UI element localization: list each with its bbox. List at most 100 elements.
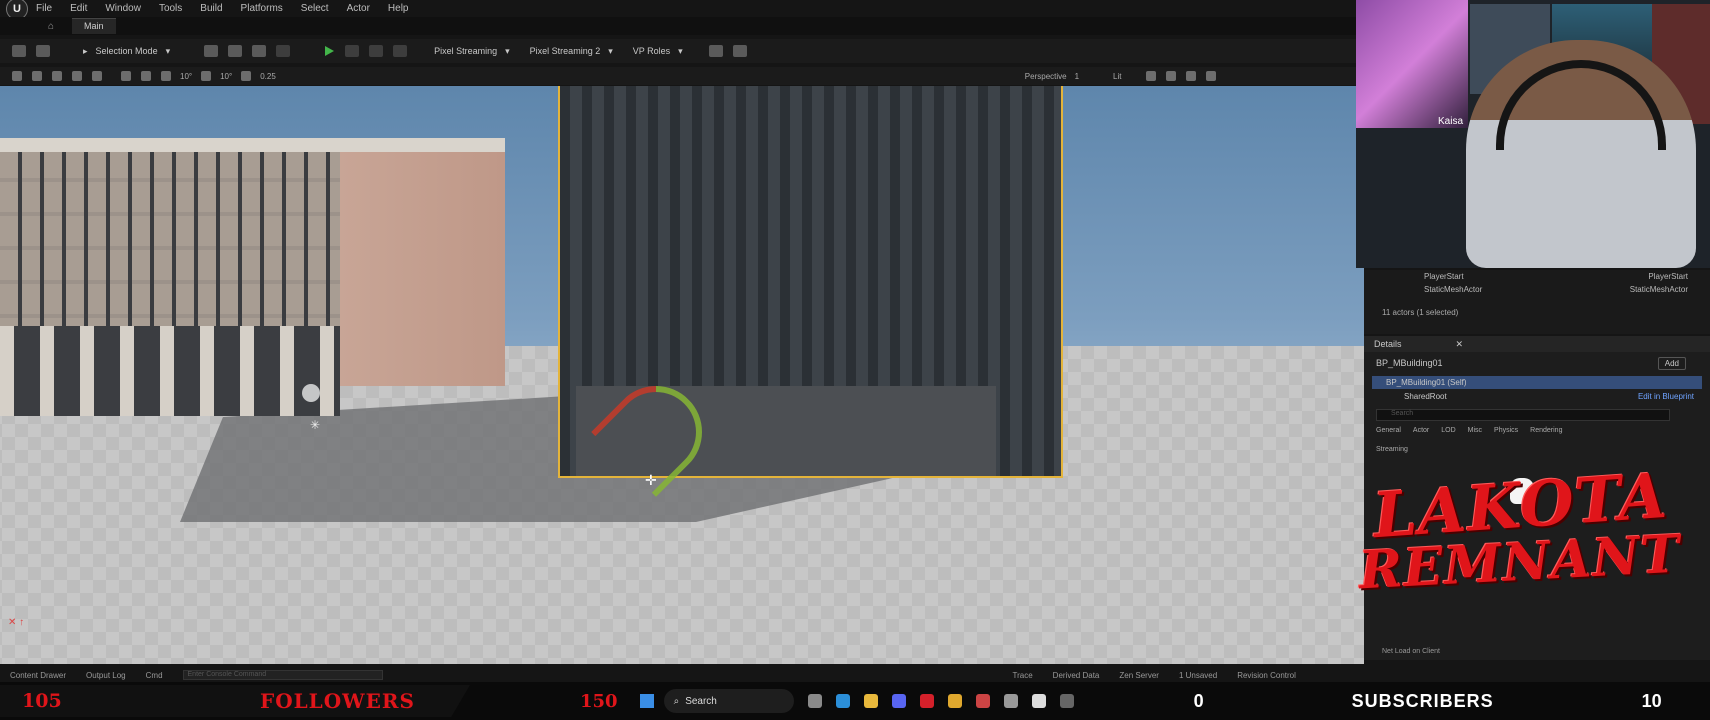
grid-snap-icon[interactable] — [161, 71, 171, 81]
outliner-item-label: PlayerStart — [1424, 272, 1464, 281]
filter-tab[interactable]: Actor — [1413, 427, 1429, 434]
followers-goal: 150 — [580, 690, 618, 712]
opera-icon[interactable] — [919, 694, 934, 708]
surface-snap-icon[interactable] — [121, 71, 131, 81]
add-actor-icon[interactable] — [204, 45, 219, 57]
show-flags-icon[interactable] — [1145, 71, 1156, 81]
scale-snap-value[interactable]: 0.25 — [260, 72, 276, 81]
view-count[interactable]: 1 — [1075, 72, 1079, 81]
overlay-name-label: Kaisa — [1438, 116, 1464, 127]
cinematics-icon[interactable] — [252, 45, 267, 57]
settings-icon[interactable] — [708, 45, 723, 57]
menu-platforms[interactable]: Platforms — [241, 3, 283, 14]
stop-icon[interactable] — [369, 45, 384, 57]
browse-icon[interactable] — [36, 45, 50, 57]
revision-control-button[interactable]: Revision Control — [1237, 671, 1296, 680]
cmd-dropdown[interactable]: Cmd — [146, 671, 163, 680]
player-start-icon[interactable] — [302, 384, 320, 402]
scale-snap-icon[interactable] — [241, 71, 252, 81]
task-view-icon[interactable] — [807, 694, 822, 708]
save-icon[interactable] — [12, 45, 26, 57]
content-drawer-button[interactable]: Content Drawer — [10, 671, 66, 680]
eject-icon[interactable] — [393, 45, 408, 57]
layout-icon[interactable] — [1205, 71, 1216, 81]
selection-mode-dropdown[interactable]: ▸ Selection Mode ▾ — [73, 42, 180, 60]
blueprint-icon[interactable] — [228, 45, 243, 57]
add-component-button[interactable]: Add — [1657, 356, 1686, 370]
chrome-icon[interactable] — [947, 694, 962, 708]
taskbar-search[interactable]: ⌕ Search — [663, 689, 794, 713]
rotate-tool-icon[interactable] — [72, 71, 82, 81]
world-local-icon[interactable] — [141, 71, 151, 81]
vp-roles-label: VP Roles — [632, 46, 671, 56]
details-search-input[interactable]: Search — [1376, 409, 1670, 421]
performance-icon[interactable] — [1165, 71, 1176, 81]
pixel-streaming-2-dropdown[interactable]: Pixel Streaming 2 ▾ — [520, 42, 623, 60]
level-viewport[interactable]: ✛ ✳ ✕ ↑ — [0, 86, 1364, 664]
modes-icon[interactable] — [276, 45, 291, 57]
perspective-dropdown[interactable]: Perspective — [1025, 72, 1067, 81]
avatar-image — [1356, 0, 1468, 128]
outliner-panel: PlayerStart PlayerStart StaticMeshActor … — [1364, 270, 1710, 334]
menu-actor[interactable]: Actor — [347, 3, 370, 14]
play-icon[interactable] — [325, 46, 335, 56]
tab-bar: ⌂ Main — [0, 17, 1356, 35]
light-icon[interactable]: ✳ — [310, 418, 320, 432]
step-icon[interactable] — [345, 45, 360, 57]
filter-tab[interactable]: Physics — [1494, 427, 1518, 434]
menu-file[interactable]: File — [36, 3, 52, 14]
unreal-taskbar-icon[interactable] — [1031, 694, 1046, 708]
menu-edit[interactable]: Edit — [70, 3, 87, 14]
console-input[interactable]: Enter Console Command — [182, 670, 383, 680]
close-icon[interactable]: ✕ — [1456, 339, 1464, 350]
derived-data-button[interactable]: Derived Data — [1053, 671, 1100, 680]
pixel-streaming-label: Pixel Streaming — [434, 46, 498, 56]
grid-snap-value[interactable]: 10° — [180, 72, 192, 81]
output-log-button[interactable]: Output Log — [86, 671, 126, 680]
chevron-down-icon: ▾ — [608, 45, 613, 56]
discord-icon[interactable] — [891, 694, 906, 708]
home-icon[interactable]: ⌂ — [48, 21, 66, 32]
tab-main[interactable]: Main — [72, 18, 116, 34]
unsaved-button[interactable]: 1 Unsaved — [1179, 671, 1217, 680]
select-tool-icon[interactable] — [32, 71, 42, 81]
app-icon[interactable] — [975, 694, 990, 708]
component-row[interactable]: SharedRoot Edit in Blueprint — [1364, 389, 1710, 401]
left-building-arches — [0, 326, 340, 416]
menu-bar: U File Edit Window Tools Build Platforms… — [0, 0, 1356, 20]
menu-help[interactable]: Help — [388, 3, 409, 14]
angle-snap-value[interactable]: 10° — [220, 72, 232, 81]
filter-tab[interactable]: LOD — [1441, 427, 1455, 434]
list-item[interactable]: PlayerStart PlayerStart — [1364, 270, 1710, 283]
edit-in-blueprint-link[interactable]: Edit in Blueprint — [1638, 392, 1694, 401]
zen-server-button[interactable]: Zen Server — [1119, 671, 1159, 680]
windows-start-icon[interactable] — [639, 694, 654, 708]
edge-browser-icon[interactable] — [835, 694, 850, 708]
filter-tab[interactable]: Rendering — [1530, 427, 1562, 434]
left-building-side[interactable] — [340, 141, 505, 386]
angle-snap-icon[interactable] — [201, 71, 212, 81]
trace-button[interactable]: Trace — [1013, 671, 1033, 680]
translate-tool-icon[interactable] — [52, 71, 62, 81]
menu-build[interactable]: Build — [200, 3, 222, 14]
followers-label: FOLLOWERS — [260, 689, 415, 713]
list-item[interactable]: StaticMeshActor StaticMeshActor — [1364, 283, 1710, 296]
actor-count: 11 actors (1 selected) — [1382, 308, 1459, 317]
menu-select[interactable]: Select — [301, 3, 329, 14]
platforms-icon[interactable] — [732, 45, 747, 57]
filter-tab[interactable]: General — [1376, 427, 1401, 434]
scale-tool-icon[interactable] — [92, 71, 102, 81]
menu-window[interactable]: Window — [105, 3, 141, 14]
menu-tools[interactable]: Tools — [159, 3, 182, 14]
settings-icon[interactable] — [1003, 694, 1018, 708]
pixel-streaming-dropdown[interactable]: Pixel Streaming ▾ — [424, 42, 520, 60]
selection-mode-label: Selection Mode — [95, 46, 158, 56]
lit-dropdown[interactable]: Lit — [1113, 72, 1121, 81]
viewport-settings-icon[interactable] — [1185, 71, 1196, 81]
filter-tab[interactable]: Misc — [1468, 427, 1482, 434]
vp-roles-dropdown[interactable]: VP Roles ▾ — [623, 42, 693, 60]
component-self-row[interactable]: BP_MBuilding01 (Self) — [1372, 376, 1702, 389]
file-explorer-icon[interactable] — [863, 694, 878, 708]
viewport-menu-icon[interactable] — [12, 71, 22, 81]
terminal-icon[interactable] — [1059, 694, 1074, 708]
